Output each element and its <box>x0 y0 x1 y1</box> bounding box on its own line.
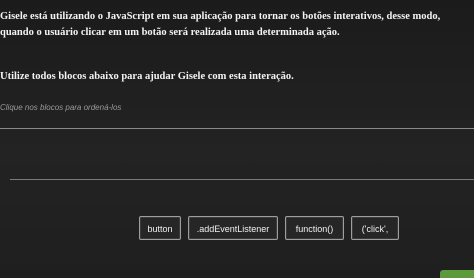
question-line-1: Gisele está utilizando o JavaScript em s… <box>0 11 441 22</box>
code-block-button[interactable]: button <box>139 216 181 240</box>
drag-hint: Clique nos blocos para ordená-los <box>0 103 122 112</box>
code-blocks: button .addEventListener function() ('cl… <box>139 216 399 240</box>
question-line-2: quando o usuário clicar em um botão será… <box>0 27 340 38</box>
code-block-function[interactable]: function() <box>285 216 344 240</box>
code-block-click[interactable]: ('click', <box>351 216 399 240</box>
next-button-edge[interactable] <box>440 270 474 278</box>
instruction-text: Utilize todos blocos abaixo para ajudar … <box>0 71 294 82</box>
answer-line-2 <box>10 179 474 180</box>
exercise-screen: Gisele está utilizando o JavaScript em s… <box>0 0 474 278</box>
question-text: Gisele está utilizando o JavaScript em s… <box>0 9 474 41</box>
answer-line-1 <box>0 128 474 129</box>
code-block-add-event-listener[interactable]: .addEventListener <box>188 216 278 240</box>
